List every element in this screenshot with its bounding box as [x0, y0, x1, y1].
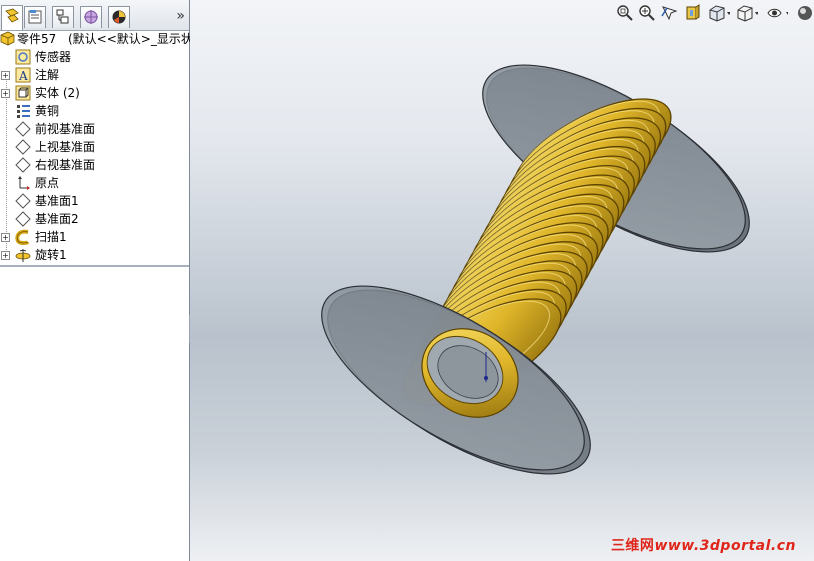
- plane-icon: [15, 139, 31, 155]
- tree-item-label: 实体 (2): [35, 86, 80, 100]
- tree-root-part[interactable]: 零件57 (默认<<默认>_显示状态: [0, 30, 205, 48]
- tree-item-label: 右视基准面: [35, 158, 96, 172]
- part-name: 零件57: [17, 32, 57, 46]
- tree-item-label: 上视基准面: [35, 140, 96, 154]
- display-manager-icon: [112, 10, 126, 24]
- configuration-manager-tab[interactable]: [52, 6, 74, 28]
- panel-splitter[interactable]: [0, 265, 189, 267]
- tree-item-label: 原点: [35, 176, 60, 190]
- plane-icon: [15, 121, 31, 137]
- annotation-icon: A: [15, 67, 31, 83]
- expand-toggle[interactable]: +: [1, 233, 10, 242]
- model-spool[interactable]: [190, 0, 814, 561]
- tree-item-label: 传感器: [35, 50, 72, 64]
- tree-item-label: 黄铜: [35, 104, 60, 118]
- manager-tab-bar: »: [0, 0, 189, 31]
- part-configuration: (默认<<默认>_显示状态: [68, 32, 205, 46]
- tree-item-label: 注解: [35, 68, 60, 82]
- tree-item-label: 基准面1: [35, 194, 79, 208]
- tree-item-label: 前视基准面: [35, 122, 96, 136]
- expand-toggle[interactable]: +: [1, 89, 10, 98]
- property-manager-tab[interactable]: [24, 6, 46, 28]
- revolve-icon: [15, 249, 31, 262]
- watermark-brand: 三维网: [610, 538, 655, 554]
- sensor-icon: [15, 49, 31, 65]
- tree-item-label: 旋转1: [35, 248, 67, 262]
- feature-manager-panel: » 零件57 (默认<<默认>_显示状态 传感器 + A 注解 + 实体 (2)…: [0, 0, 205, 561]
- part-icon: [0, 31, 15, 46]
- display-manager-tab[interactable]: [108, 6, 130, 28]
- plane-icon: [15, 211, 31, 227]
- solid-bodies-icon: [15, 85, 31, 101]
- site-watermark: 三维网www.3dportal.cn: [611, 535, 796, 555]
- sweep-icon: [15, 229, 30, 245]
- tree-connector: [6, 78, 7, 254]
- dimxpert-tab[interactable]: [80, 6, 102, 28]
- watermark-url: www.3dportal.cn: [654, 538, 796, 554]
- feature-manager-icon: [5, 8, 19, 23]
- dimxpert-icon: [84, 10, 98, 24]
- feature-manager-tab[interactable]: [1, 5, 23, 30]
- configuration-manager-icon: [56, 9, 69, 24]
- expand-toggle[interactable]: +: [1, 71, 10, 80]
- tree-item-label: 基准面2: [35, 212, 79, 226]
- more-tabs-chevron[interactable]: »: [176, 8, 185, 24]
- feature-tree: 零件57 (默认<<默认>_显示状态 传感器 + A 注解 + 实体 (2) 黄…: [0, 30, 205, 265]
- origin-icon: [18, 176, 30, 190]
- plane-icon: [15, 193, 31, 209]
- tree-item-label: 扫描1: [35, 230, 67, 244]
- plane-icon: [15, 157, 31, 173]
- property-manager-icon: [28, 10, 42, 24]
- svg-text:A: A: [18, 69, 28, 83]
- material-icon: [17, 105, 30, 118]
- expand-toggle[interactable]: +: [1, 251, 10, 260]
- graphics-viewport[interactable]: 三维网www.3dportal.cn: [190, 0, 814, 561]
